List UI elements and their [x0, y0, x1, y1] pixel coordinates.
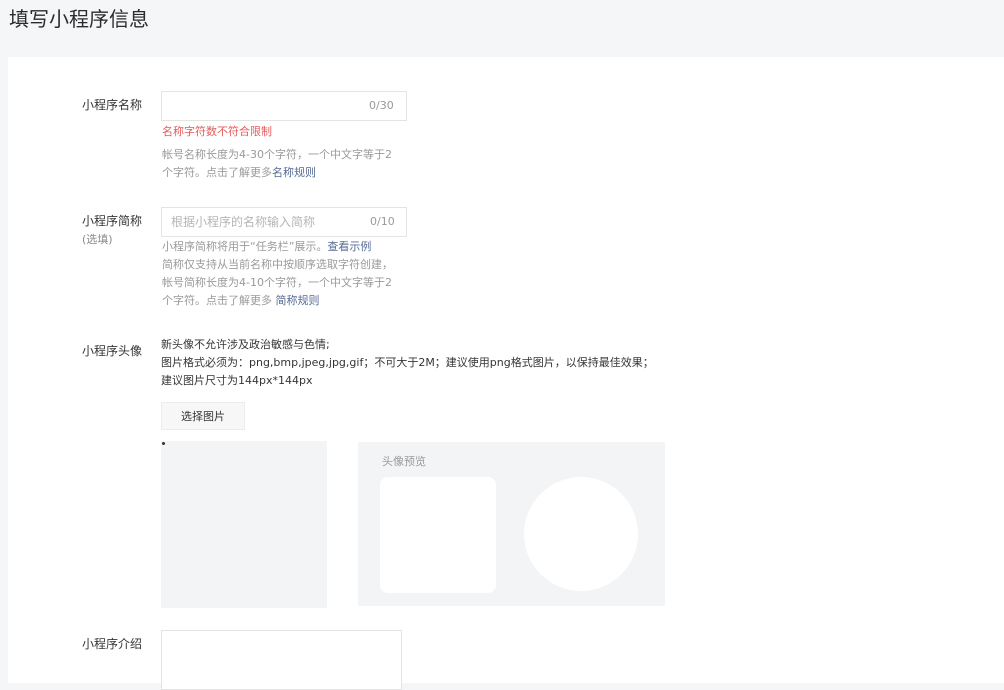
short-name-field-label: 小程序简称 [82, 214, 143, 228]
avatar-rules: 新头像不允许涉及政治敏感与色情; 图片格式必须为：png,bmp,jpeg,jp… [161, 336, 654, 390]
avatar-crop-area[interactable] [161, 441, 327, 608]
short-name-hint: 小程序简称将用于“任务栏”展示。查看示例 简称仅支持从当前名称中按顺序选取字符创… [162, 238, 393, 310]
avatar-rule-line3: 建议图片尺寸为144px*144px [161, 374, 313, 387]
avatar-preview-circle [524, 477, 638, 591]
view-example-link[interactable]: 查看示例 [327, 240, 371, 253]
name-hint-line1: 帐号名称长度为4-30个字符，一个中文字等于2 [162, 148, 392, 161]
name-rules-link[interactable]: 名称规则 [272, 166, 316, 179]
name-hint-line2-text: 个字符。点击了解更多 [162, 166, 272, 179]
short-name-optional-tag: (选填) [82, 233, 113, 246]
short-name-char-counter: 0/10 [370, 215, 395, 228]
page-title: 填写小程序信息 [9, 7, 149, 31]
name-char-counter: 0/30 [369, 99, 394, 112]
avatar-rule-line2: 图片格式必须为：png,bmp,jpeg,jpg,gif；不可大于2M；建议使用… [161, 356, 654, 369]
avatar-preview-title: 头像预览 [382, 455, 426, 468]
short-name-hint-line1-text: 小程序简称将用于“任务栏”展示。 [162, 240, 328, 253]
avatar-preview-panel: 头像预览 [358, 442, 665, 606]
page-header: 填写小程序信息 [0, 0, 1004, 56]
avatar-preview-square [380, 477, 496, 593]
short-name-hint-line1: 小程序简称将用于“任务栏”展示。查看示例 [162, 238, 393, 256]
avatar-rule-line1: 新头像不允许涉及政治敏感与色情; [161, 338, 330, 351]
short-name-hint-line4-text: 个字符。点击了解更多 [162, 294, 276, 307]
intro-textarea[interactable] [161, 630, 402, 690]
avatar-field-label: 小程序头像 [82, 344, 143, 358]
short-name-hint-line2: 简称仅支持从当前名称中按顺序选取字符创建， [162, 258, 393, 271]
name-error-message: 名称字符数不符合限制 [162, 125, 272, 138]
name-field-label: 小程序名称 [82, 98, 143, 112]
intro-field-label: 小程序介绍 [82, 637, 143, 651]
short-name-rules-link[interactable]: 简称规则 [276, 294, 320, 307]
short-name-hint-line3: 帐号简称长度为4-10个字符，一个中文字等于2 [162, 276, 392, 289]
crop-handle[interactable] [162, 442, 165, 445]
short-name-hint-line4: 个字符。点击了解更多 简称规则 [162, 292, 393, 310]
name-hint: 帐号名称长度为4-30个字符，一个中文字等于2 个字符。点击了解更多名称规则 [162, 146, 392, 182]
select-image-button[interactable]: 选择图片 [161, 402, 245, 430]
form-panel: 小程序名称 0/30 名称字符数不符合限制 帐号名称长度为4-30个字符，一个中… [8, 57, 1004, 690]
name-hint-line2: 个字符。点击了解更多名称规则 [162, 164, 392, 182]
